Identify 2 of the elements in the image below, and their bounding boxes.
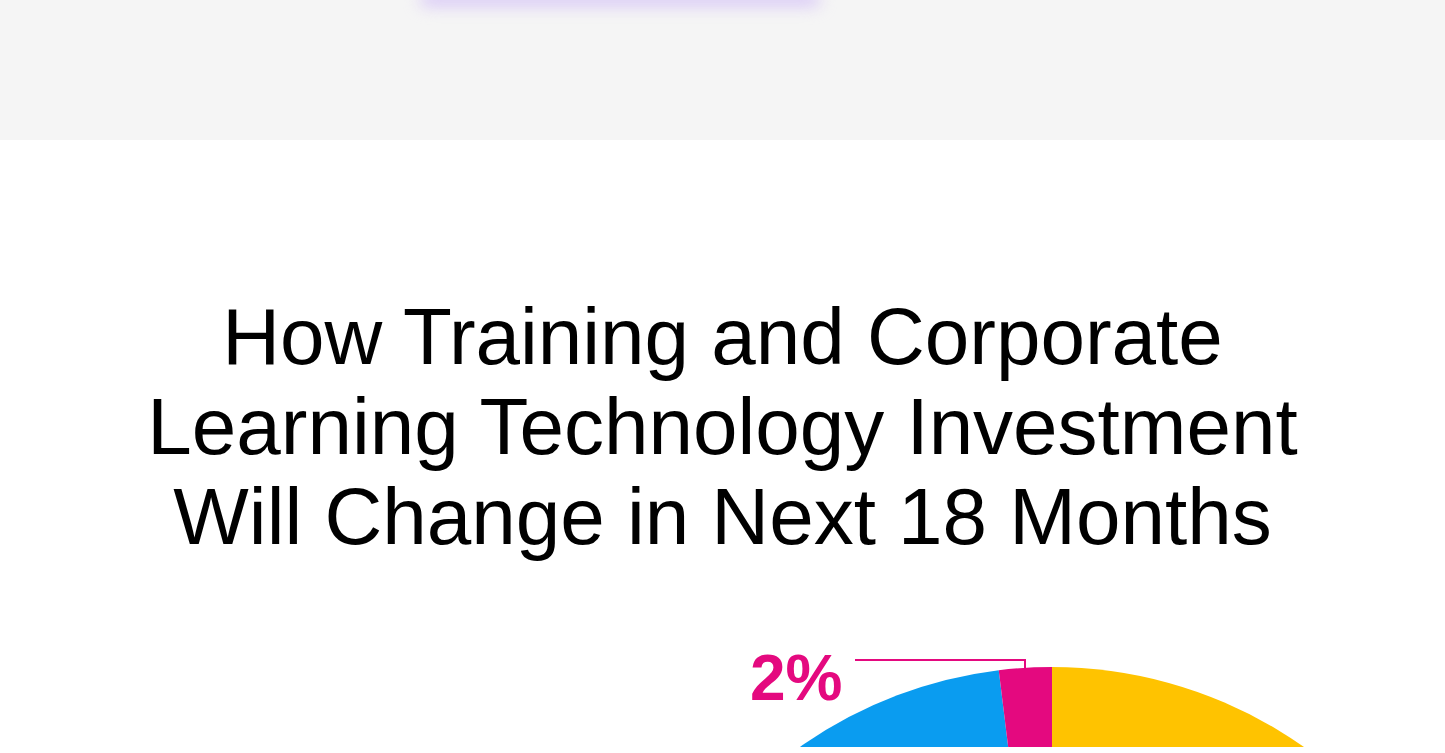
section-heading: How Training and Corporate Learning Technology Investment Will Change in Next 18 Months	[146, 292, 1299, 562]
percent-label: 2%	[750, 642, 843, 714]
